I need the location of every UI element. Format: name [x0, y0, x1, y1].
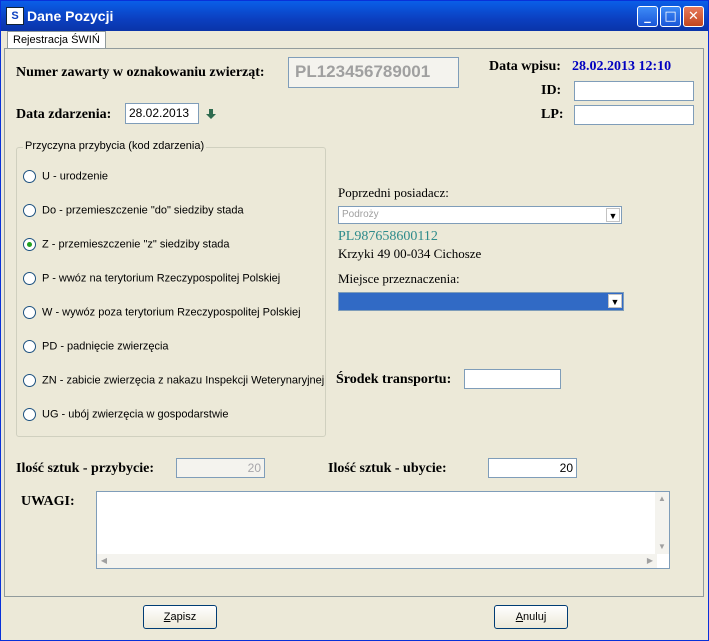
- minimize-button[interactable]: _: [637, 6, 658, 27]
- save-button[interactable]: Zapisz: [143, 605, 217, 629]
- arrow-down-icon[interactable]: [205, 107, 217, 119]
- radio-option-w[interactable]: W - wywóz poza terytorium Rzeczypospolit…: [23, 306, 301, 320]
- data-wpisu-value: 28.02.2013 12:10: [572, 59, 672, 74]
- radio-indicator: [23, 170, 36, 183]
- poprzedni-number: PL987658600112: [338, 229, 438, 244]
- poprzedni-combo[interactable]: Podroży ▼: [338, 206, 622, 224]
- uwagi-text: [97, 492, 101, 510]
- radio-option-ug[interactable]: UG - ubój zwierzęcia w gospodarstwie: [23, 408, 228, 422]
- przyczyna-group-title: Przyczyna przybycia (kod zdarzenia): [23, 140, 207, 152]
- radio-option-u[interactable]: U - urodzenie: [23, 170, 108, 184]
- cancel-button[interactable]: Anuluj: [494, 605, 568, 629]
- close-button[interactable]: ✕: [683, 6, 704, 27]
- miejsce-label: Miejsce przeznaczenia:: [338, 271, 460, 286]
- transport-label: Środek transportu:: [336, 372, 452, 387]
- radio-indicator: [23, 306, 36, 319]
- poprzedni-combo-value: Podroży: [342, 209, 379, 220]
- scroll-down-icon[interactable]: ▼: [655, 540, 669, 554]
- id-field[interactable]: [574, 81, 694, 101]
- maximize-button[interactable]: □: [660, 6, 681, 27]
- chevron-down-icon[interactable]: ▼: [606, 208, 620, 222]
- numer-field[interactable]: PL123456789001: [288, 57, 459, 88]
- tab-bar: Rejestracja ŚWIŃ: [4, 31, 704, 49]
- radio-option-p[interactable]: P - wwóz na terytorium Rzeczypospolitej …: [23, 272, 280, 286]
- data-zdarzenia-field[interactable]: 28.02.2013: [125, 103, 199, 124]
- radio-indicator: [23, 408, 36, 421]
- ubycie-label: Ilość sztuk - ubycie:: [328, 461, 447, 476]
- radio-indicator: [23, 204, 36, 217]
- id-label: ID:: [541, 83, 562, 98]
- uwagi-textarea[interactable]: ▲ ▼ ◀ ▶: [96, 491, 670, 569]
- title-bar: S Dane Pozycji _ □ ✕: [1, 1, 708, 31]
- przyczyna-group: Przyczyna przybycia (kod zdarzenia) U - …: [16, 140, 326, 437]
- vertical-scrollbar[interactable]: ▲ ▼: [655, 492, 669, 554]
- numer-label: Numer zawarty w oznakowaniu zwierząt:: [16, 65, 265, 80]
- data-wpisu-label: Data wpisu:: [489, 59, 561, 74]
- scroll-left-icon[interactable]: ◀: [97, 554, 111, 568]
- app-icon: S: [6, 7, 24, 25]
- radio-indicator: [23, 340, 36, 353]
- data-zdarzenia-label: Data zdarzenia:: [16, 107, 112, 122]
- main-window: S Dane Pozycji _ □ ✕ Rejestracja ŚWIŃ Nu…: [0, 0, 709, 641]
- lp-label: LP:: [541, 107, 564, 122]
- przybycie-field[interactable]: 20: [176, 458, 265, 478]
- radio-option-do[interactable]: Do - przemieszczenie "do" siedziby stada: [23, 204, 244, 218]
- miejsce-combo[interactable]: ▼: [338, 292, 624, 311]
- window-title: Dane Pozycji: [27, 8, 114, 24]
- lp-field[interactable]: [574, 105, 694, 125]
- przybycie-label: Ilość sztuk - przybycie:: [16, 461, 155, 476]
- radio-indicator: [23, 374, 36, 387]
- radio-indicator: [23, 272, 36, 285]
- horizontal-scrollbar[interactable]: ◀ ▶: [97, 554, 657, 568]
- ubycie-field[interactable]: 20: [488, 458, 577, 478]
- transport-field[interactable]: [464, 369, 561, 389]
- tab-rejestracja-swin[interactable]: Rejestracja ŚWIŃ: [7, 31, 106, 49]
- scroll-right-icon[interactable]: ▶: [643, 554, 657, 568]
- poprzedni-address: Krzyki 49 00-034 Cichosze: [338, 246, 482, 261]
- scroll-up-icon[interactable]: ▲: [655, 492, 669, 506]
- radio-option-z[interactable]: Z - przemieszczenie "z" siedziby stada: [23, 238, 230, 252]
- radio-indicator-checked: [23, 238, 36, 251]
- uwagi-label: UWAGI:: [21, 494, 75, 509]
- radio-option-pd[interactable]: PD - padnięcie zwierzęcia: [23, 340, 169, 354]
- radio-option-zn[interactable]: ZN - zabicie zwierzęcia z nakazu Inspekc…: [23, 374, 324, 388]
- chevron-down-icon[interactable]: ▼: [608, 294, 622, 308]
- poprzedni-label: Poprzedni posiadacz:: [338, 185, 449, 200]
